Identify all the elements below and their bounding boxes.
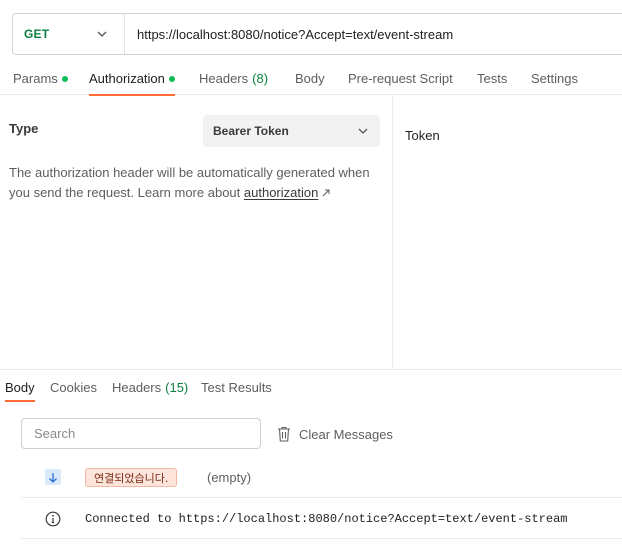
response-divider: [0, 369, 622, 370]
tab-pre-request-script[interactable]: Pre-request Script: [348, 62, 453, 95]
info-icon: [45, 511, 61, 527]
message-data: (empty): [207, 470, 252, 485]
chevron-down-icon: [97, 31, 107, 37]
arrow-down-icon: [45, 469, 61, 485]
auth-type-value: Bearer Token: [213, 124, 289, 138]
clear-messages-label: Clear Messages: [299, 426, 393, 442]
chevron-down-icon: [358, 128, 368, 134]
response-tabs: Body Cookies Headers (15) Test Results: [0, 372, 622, 402]
tab-tests-label: Tests: [477, 71, 508, 86]
tab-settings[interactable]: Settings: [531, 62, 578, 95]
auth-type-select[interactable]: Bearer Token: [203, 115, 380, 147]
tab-tests[interactable]: Tests: [477, 62, 507, 95]
url-input[interactable]: https://localhost:8080/notice?Accept=tex…: [125, 27, 453, 42]
request-url-bar: GET https://localhost:8080/notice?Accept…: [12, 13, 622, 55]
message-event-badge: 연결되었습니다.: [85, 468, 178, 487]
message-search-box: [21, 418, 261, 449]
clear-messages-button[interactable]: Clear Messages: [277, 424, 393, 444]
response-tab-cookies-label: Cookies: [50, 379, 97, 395]
tab-headers-label: Headers: [199, 71, 249, 86]
response-tab-body[interactable]: Body: [5, 372, 35, 402]
response-tab-cookies[interactable]: Cookies: [50, 372, 97, 402]
response-tab-headers-label: Headers: [112, 379, 162, 395]
tab-pre-request-label: Pre-request Script: [348, 71, 453, 86]
authorization-status-dot: [168, 75, 175, 82]
params-status-dot: [61, 75, 68, 82]
connection-message: Connected to https://localhost:8080/noti…: [85, 512, 568, 526]
tab-authorization-label: Authorization: [89, 71, 165, 86]
authorization-learn-more-link[interactable]: authorization: [244, 185, 318, 200]
tab-params-label: Params: [13, 71, 58, 86]
method-select[interactable]: GET: [13, 14, 125, 54]
response-tab-test-results[interactable]: Test Results: [201, 372, 272, 402]
auth-type-label: Type: [9, 121, 39, 136]
message-row[interactable]: Connected to https://localhost:8080/noti…: [21, 499, 622, 539]
response-headers-count: (15): [165, 379, 189, 395]
tab-headers[interactable]: Headers (8): [199, 62, 268, 95]
response-tab-body-label: Body: [5, 379, 35, 395]
method-label: GET: [24, 27, 50, 41]
response-tab-test-results-label: Test Results: [201, 379, 272, 395]
message-row[interactable]: 연결되었습니다. (empty): [21, 458, 622, 498]
tab-body-label: Body: [295, 71, 325, 86]
auth-panel-divider: [392, 96, 393, 369]
external-link-icon: [322, 189, 330, 197]
message-search-input[interactable]: [22, 419, 260, 448]
tab-params[interactable]: Params: [13, 62, 68, 95]
tab-authorization[interactable]: Authorization: [89, 62, 175, 96]
token-label: Token: [405, 128, 440, 143]
auth-help-text: The authorization header will be automat…: [9, 163, 379, 203]
headers-count: (8): [252, 71, 269, 86]
tab-body[interactable]: Body: [295, 62, 325, 95]
trash-icon: [278, 426, 290, 442]
response-tab-headers[interactable]: Headers (15): [112, 372, 188, 402]
tab-settings-label: Settings: [531, 71, 578, 86]
request-tabs: Params Authorization Headers (8) Body Pre…: [0, 62, 622, 96]
